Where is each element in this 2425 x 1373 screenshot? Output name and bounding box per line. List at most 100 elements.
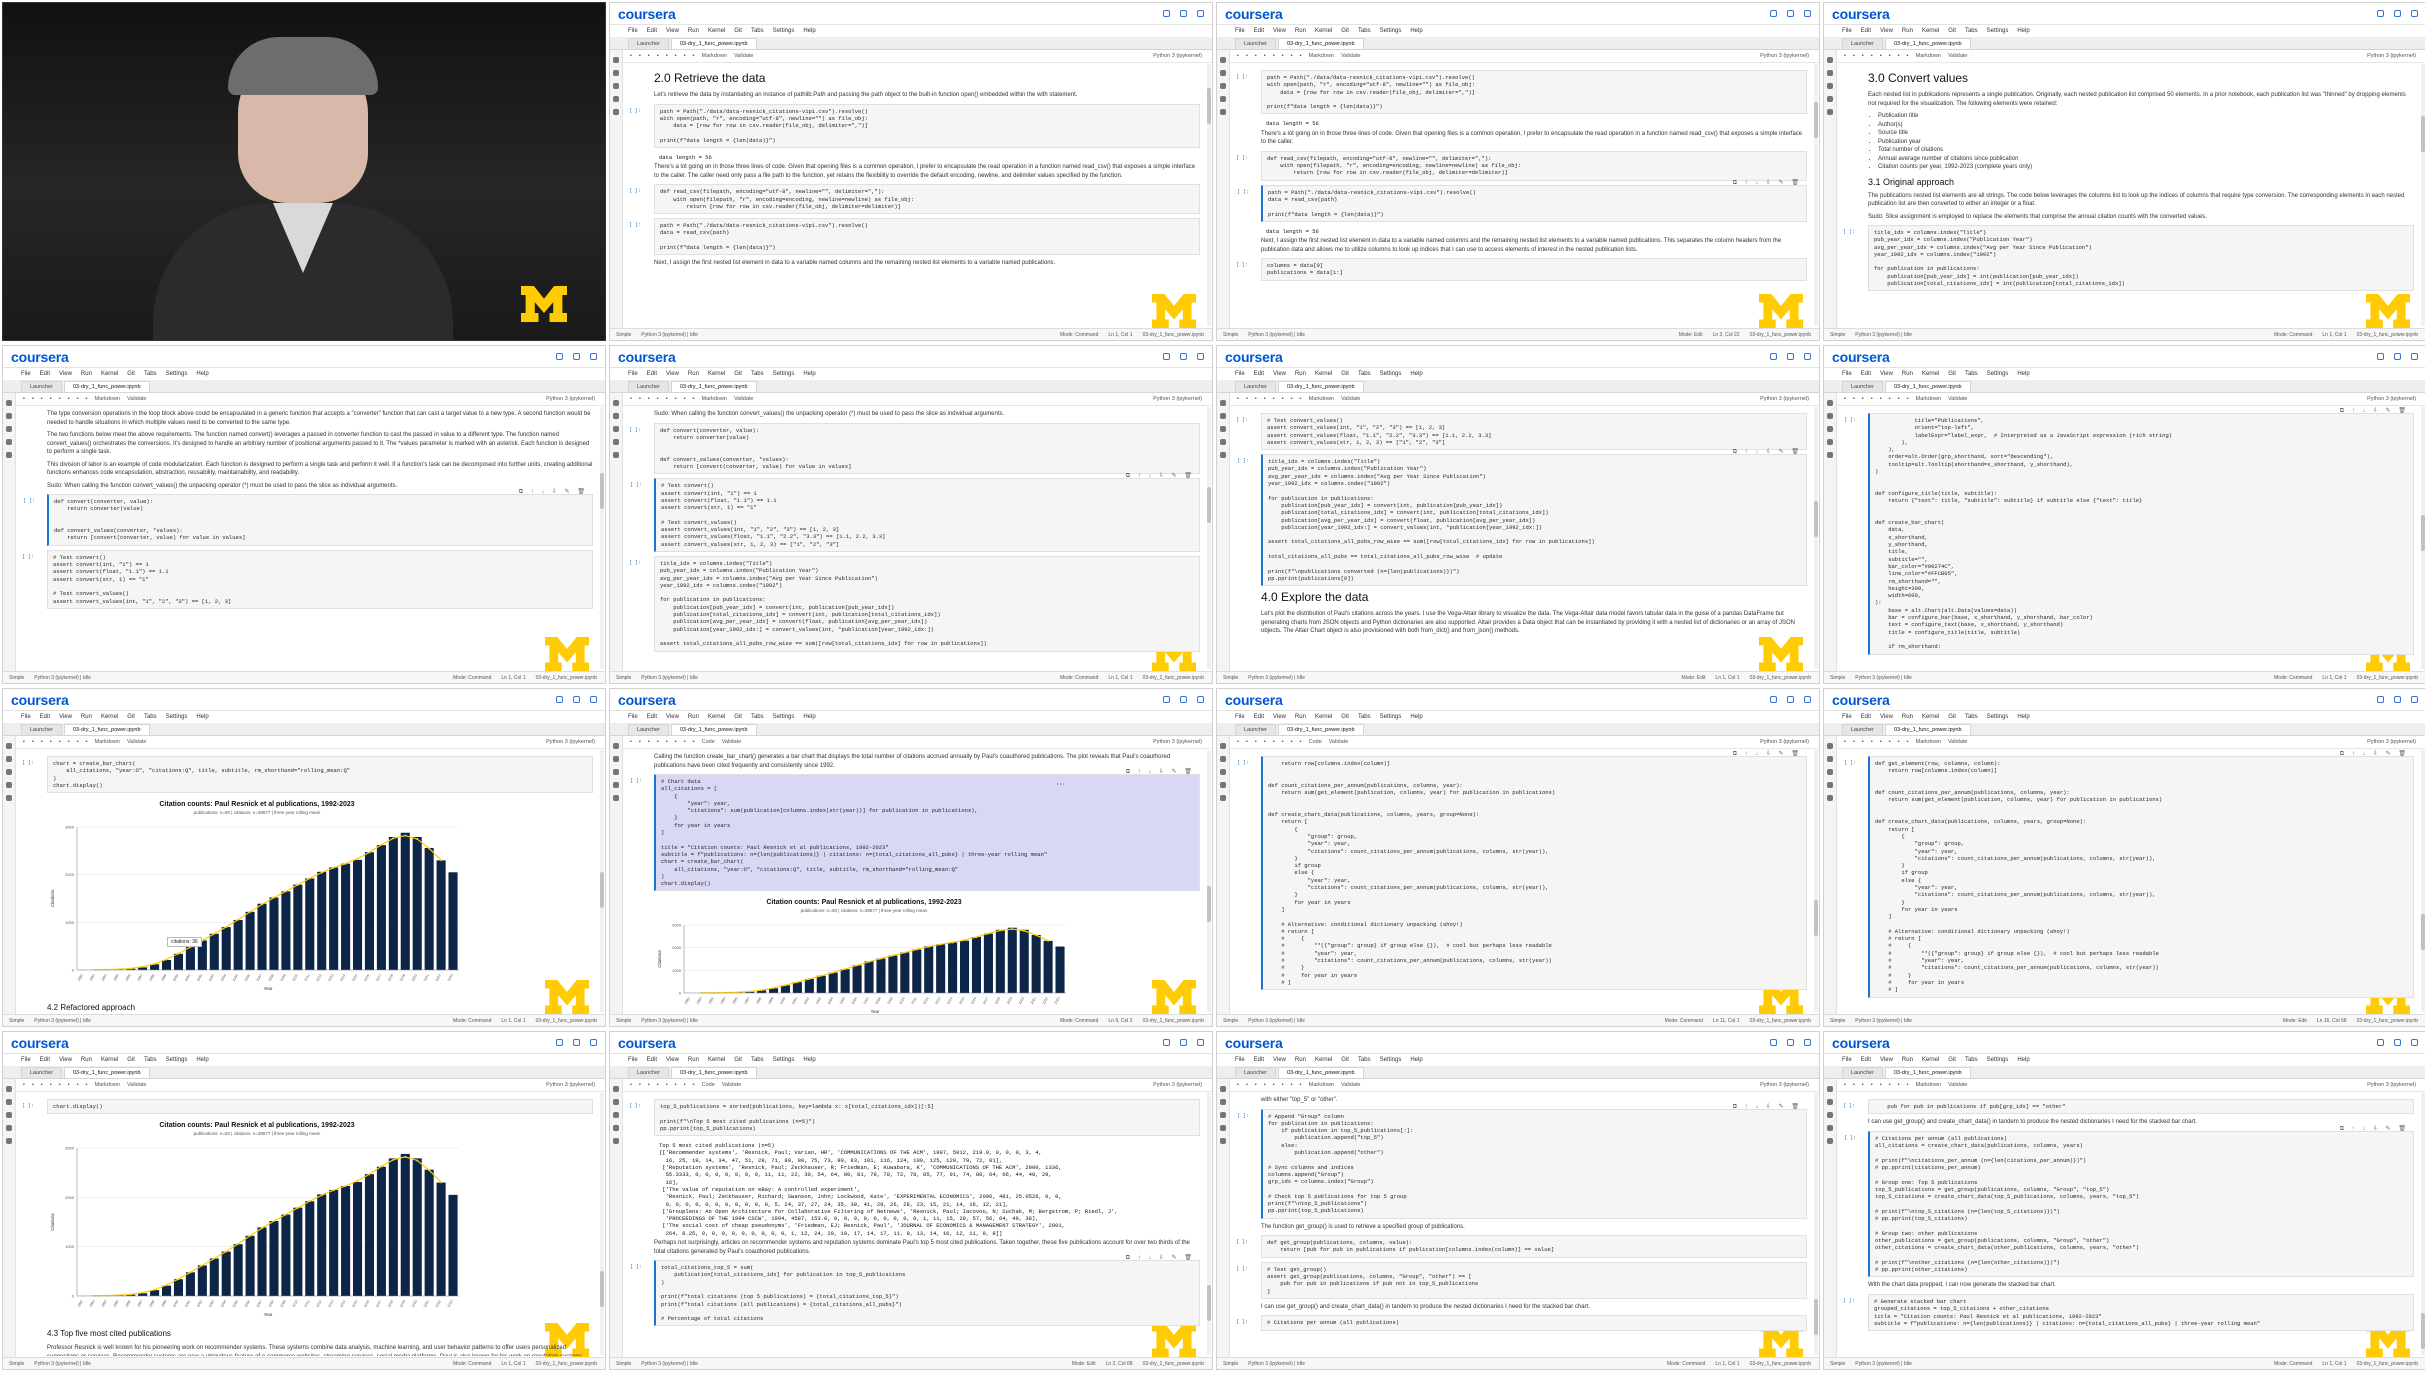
- tab-notebook[interactable]: 03-dry_1_func_power.ipynb: [670, 381, 757, 392]
- save-icon[interactable]: ▪: [1237, 53, 1239, 59]
- restart-icon[interactable]: ▪: [1300, 1082, 1302, 1088]
- menu-settings[interactable]: Settings: [166, 714, 188, 720]
- kernel-indicator[interactable]: Python 3 (ipykernel): [2367, 396, 2416, 402]
- code-cell[interactable]: [ ]: ⧉ ↑ ↓ ⇩ ✎ 🗑 title_idx = columns.index…: [1237, 449, 1807, 587]
- trash-icon[interactable]: [1787, 353, 1794, 360]
- cut-icon[interactable]: ▪: [1255, 396, 1257, 402]
- file-browser-icon[interactable]: [613, 1086, 619, 1092]
- file-browser-icon[interactable]: [1220, 743, 1226, 749]
- paste-icon[interactable]: ▪: [666, 53, 668, 59]
- file-browser-icon[interactable]: [613, 743, 619, 749]
- paste-icon[interactable]: ▪: [1880, 1082, 1882, 1088]
- scrollbar-thumb[interactable]: [1207, 1285, 1211, 1321]
- menu-git[interactable]: Git: [127, 1057, 135, 1063]
- scrollbar[interactable]: [1814, 1093, 1818, 1355]
- code-editor[interactable]: # Test convert() assert convert(int, "1"…: [53, 554, 587, 605]
- code-editor[interactable]: return row[columns.index(column)] def co…: [1268, 760, 1801, 986]
- restart-icon[interactable]: ▪: [86, 739, 88, 745]
- scrollbar-thumb[interactable]: [2421, 1313, 2425, 1349]
- validate-button[interactable]: Validate: [1948, 739, 1967, 745]
- git-icon[interactable]: [613, 83, 619, 89]
- save-icon[interactable]: ▪: [630, 739, 632, 745]
- file-browser-icon[interactable]: [1220, 1086, 1226, 1092]
- menu-git[interactable]: Git: [1948, 28, 1956, 34]
- extension-icon[interactable]: [1220, 452, 1226, 458]
- validate-button[interactable]: Validate: [722, 1082, 741, 1088]
- save-icon[interactable]: ▪: [1844, 53, 1846, 59]
- paste-icon[interactable]: ▪: [1880, 739, 1882, 745]
- code-editor[interactable]: # Test convert() assert convert(int, "1"…: [661, 482, 1194, 548]
- menu-settings[interactable]: Settings: [166, 371, 188, 377]
- menu-tabs[interactable]: Tabs: [1965, 371, 1978, 377]
- cell-toolbar[interactable]: ⧉ ↑ ↓ ⇩ ✎ 🗑: [2340, 750, 2409, 758]
- code-editor[interactable]: title_idx = columns.index("Title") pub_y…: [1268, 458, 1801, 582]
- menu-edit[interactable]: Edit: [647, 28, 657, 34]
- scrollbar[interactable]: [2421, 1093, 2425, 1355]
- code-cell[interactable]: [ ]: # Test convert_values() assert conve…: [1236, 413, 1807, 451]
- trash-icon[interactable]: [1787, 1039, 1794, 1046]
- menu-help[interactable]: Help: [196, 371, 208, 377]
- scrollbar-thumb[interactable]: [600, 473, 604, 509]
- copy-icon[interactable]: ▪: [1264, 1082, 1266, 1088]
- notebook-content[interactable]: [ ]: ⧉ ↑ ↓ ⇩ ✎ 🗑 title="Publications", or…: [1840, 407, 2420, 670]
- tab-notebook[interactable]: 03-dry_1_func_power.ipynb: [1277, 381, 1364, 392]
- menu-run[interactable]: Run: [688, 714, 699, 720]
- cell-type-select[interactable]: Markdown: [1309, 53, 1334, 59]
- cut-icon[interactable]: ▪: [1862, 739, 1864, 745]
- coursera-logo[interactable]: coursera: [1832, 349, 1890, 365]
- code-editor[interactable]: chart.display(): [53, 1103, 587, 1110]
- help-icon[interactable]: [1804, 10, 1811, 17]
- menu-git[interactable]: Git: [1341, 28, 1349, 34]
- menu-kernel[interactable]: Kernel: [1315, 371, 1332, 377]
- running-icon[interactable]: [613, 413, 619, 419]
- paste-icon[interactable]: ▪: [1273, 396, 1275, 402]
- cut-icon[interactable]: ▪: [41, 739, 43, 745]
- extension-icon[interactable]: [6, 795, 12, 801]
- paste-icon[interactable]: ▪: [666, 739, 668, 745]
- code-editor[interactable]: # Test get_group() assert get_group(publ…: [1267, 1266, 1801, 1295]
- file-browser-icon[interactable]: [613, 57, 619, 63]
- menu-edit[interactable]: Edit: [40, 714, 50, 720]
- menu-settings[interactable]: Settings: [166, 1057, 188, 1063]
- code-cell[interactable]: [ ]: ⧉ ↑ ↓ ⇩ ✎ 🗑 total_citations_top_5 = s…: [630, 1255, 1200, 1327]
- tab-launcher[interactable]: Launcher: [1842, 38, 1883, 49]
- menu-git[interactable]: Git: [1948, 1057, 1956, 1063]
- add-cell-icon[interactable]: ▪: [1246, 1082, 1248, 1088]
- code-editor[interactable]: def get_group(publications, columns, val…: [1267, 1239, 1801, 1254]
- help-icon[interactable]: [2411, 353, 2418, 360]
- cell-type-select[interactable]: Markdown: [1309, 1082, 1334, 1088]
- scrollbar[interactable]: [600, 407, 604, 669]
- help-icon[interactable]: [590, 696, 597, 703]
- running-icon[interactable]: [1827, 413, 1833, 419]
- scrollbar[interactable]: [1814, 750, 1818, 1012]
- menu-run[interactable]: Run: [1295, 28, 1306, 34]
- tab-notebook[interactable]: 03-dry_1_func_power.ipynb: [1277, 724, 1364, 735]
- coursera-logo[interactable]: coursera: [11, 349, 69, 365]
- add-cell-icon[interactable]: ▪: [1246, 739, 1248, 745]
- kernel-indicator[interactable]: Python 3 (ipykernel): [1153, 53, 1202, 59]
- menu-tabs[interactable]: Tabs: [1358, 28, 1371, 34]
- stop-icon[interactable]: ▪: [1898, 1082, 1900, 1088]
- coursera-logo[interactable]: coursera: [618, 349, 676, 365]
- simple-mode-toggle[interactable]: Simple: [616, 675, 631, 681]
- simple-mode-toggle[interactable]: Simple: [1223, 1361, 1238, 1367]
- paste-icon[interactable]: ▪: [1273, 53, 1275, 59]
- menu-kernel[interactable]: Kernel: [1315, 28, 1332, 34]
- tab-notebook[interactable]: 03-dry_1_func_power.ipynb: [1277, 1067, 1364, 1078]
- running-icon[interactable]: [1220, 70, 1226, 76]
- scrollbar[interactable]: [600, 750, 604, 1012]
- coursera-logo[interactable]: coursera: [1832, 6, 1890, 22]
- menu-settings[interactable]: Settings: [1380, 371, 1402, 377]
- tab-launcher[interactable]: Launcher: [1842, 724, 1883, 735]
- kernel-indicator[interactable]: Python 3 (ipykernel): [1760, 53, 1809, 59]
- stop-icon[interactable]: ▪: [1291, 739, 1293, 745]
- menu-settings[interactable]: Settings: [1987, 714, 2009, 720]
- kernel-indicator[interactable]: Python 3 (ipykernel): [1760, 396, 1809, 402]
- simple-mode-toggle[interactable]: Simple: [9, 1018, 24, 1024]
- menu-view[interactable]: View: [666, 28, 679, 34]
- menu-run[interactable]: Run: [688, 28, 699, 34]
- scrollbar[interactable]: [2421, 64, 2425, 326]
- add-cell-icon[interactable]: ▪: [1853, 396, 1855, 402]
- toc-icon[interactable]: [1220, 1125, 1226, 1131]
- git-icon[interactable]: [613, 1112, 619, 1118]
